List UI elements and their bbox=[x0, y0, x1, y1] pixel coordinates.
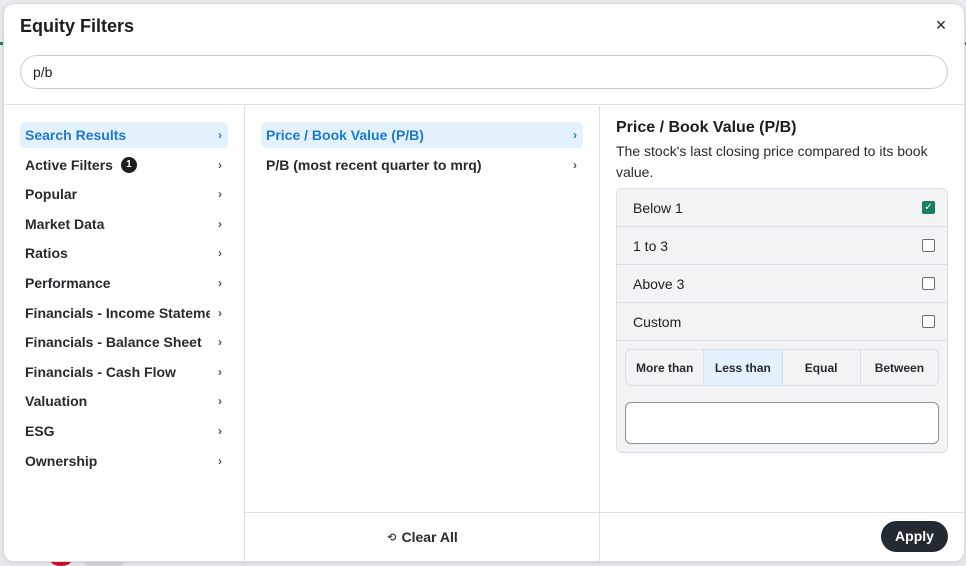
custom-value-input[interactable] bbox=[625, 402, 939, 444]
category-label: Financials - Income Statement bbox=[25, 304, 210, 321]
results-column: Price / Book Value (P/B) › P/B (most recen… bbox=[245, 106, 600, 561]
result-label: Price / Book Value (P/B) bbox=[266, 127, 424, 143]
search-box bbox=[20, 55, 948, 89]
category-column: Search Results › Active Filters 1 › Popular › M… bbox=[4, 106, 245, 561]
category-item-financials-balance-sheet[interactable]: Financials - Balance Sheet › bbox=[20, 329, 228, 355]
filter-option-label: Custom bbox=[633, 313, 682, 330]
options-list: Below 1 ✓ 1 to 3 Above 3 Custom bbox=[617, 189, 947, 341]
category-item-valuation[interactable]: Valuation › bbox=[20, 388, 228, 414]
chevron-right-icon: › bbox=[218, 275, 222, 290]
chevron-right-icon: › bbox=[218, 187, 222, 202]
category-item-performance[interactable]: Performance › bbox=[20, 270, 228, 296]
category-item-market-data[interactable]: Market Data › bbox=[20, 211, 228, 237]
category-label: Performance bbox=[25, 274, 111, 291]
category-label: Search Results bbox=[25, 127, 127, 143]
chevron-right-icon: › bbox=[218, 157, 222, 172]
reset-icon: ⟲ bbox=[387, 531, 397, 544]
chevron-right-icon: › bbox=[218, 128, 222, 142]
clear-all-label: Clear All bbox=[401, 529, 458, 545]
filter-option-label: Below 1 bbox=[633, 199, 683, 216]
chevron-right-icon: › bbox=[218, 246, 222, 261]
chevron-right-icon: › bbox=[218, 423, 222, 438]
category-list: Search Results › Active Filters 1 › Popular › M… bbox=[20, 122, 228, 477]
result-label: P/B (most recent quarter to mrq) bbox=[266, 156, 482, 173]
operator-segmented-control: More than Less than Equal Between bbox=[625, 349, 939, 386]
filter-option-row[interactable]: Above 3 bbox=[617, 265, 947, 303]
detail-description: The stock's last closing price compared … bbox=[616, 143, 928, 180]
category-item-ownership[interactable]: Ownership › bbox=[20, 448, 228, 474]
chevron-right-icon: › bbox=[218, 305, 222, 320]
detail-column: Price / Book Value (P/B) The stock's las… bbox=[600, 106, 964, 561]
category-item-search-results[interactable]: Search Results › bbox=[20, 122, 228, 148]
chevron-right-icon: › bbox=[218, 216, 222, 231]
filter-option-row[interactable]: 1 to 3 bbox=[617, 227, 947, 265]
category-item-esg[interactable]: ESG › bbox=[20, 418, 228, 444]
category-label: Valuation bbox=[25, 393, 88, 410]
clear-all-button[interactable]: ⟲ Clear All bbox=[387, 529, 458, 545]
chevron-right-icon: › bbox=[573, 157, 577, 172]
checkbox[interactable] bbox=[922, 315, 935, 328]
checkbox[interactable] bbox=[922, 239, 935, 252]
detail-title: Price / Book Value (P/B) bbox=[616, 119, 797, 136]
result-item[interactable]: P/B (most recent quarter to mrq) › bbox=[261, 152, 583, 178]
category-label: Popular bbox=[25, 186, 78, 203]
checkbox[interactable]: ✓ bbox=[922, 201, 935, 214]
category-item-financials-cash-flow[interactable]: Financials - Cash Flow › bbox=[20, 359, 228, 385]
operator-between-button[interactable]: Between bbox=[861, 350, 938, 385]
filter-option-row[interactable]: Below 1 ✓ bbox=[617, 189, 947, 227]
category-item-ratios[interactable]: Ratios › bbox=[20, 240, 228, 266]
operator-more-than-button[interactable]: More than bbox=[626, 350, 705, 385]
category-item-financials-income-statement[interactable]: Financials - Income Statement › bbox=[20, 300, 228, 326]
category-label: Financials - Balance Sheet bbox=[25, 334, 202, 351]
category-label: Ownership bbox=[25, 452, 98, 469]
apply-button[interactable]: Apply bbox=[881, 521, 948, 552]
category-label: ESG bbox=[25, 422, 55, 439]
category-label: Market Data bbox=[25, 215, 105, 232]
chevron-right-icon: › bbox=[218, 335, 222, 350]
results-footer: ⟲ Clear All bbox=[245, 512, 600, 561]
operator-less-than-button[interactable]: Less than bbox=[704, 350, 783, 385]
category-label: Active Filters bbox=[25, 156, 113, 173]
checkbox[interactable] bbox=[922, 277, 935, 290]
close-icon[interactable]: × bbox=[930, 14, 952, 36]
dialog-title: Equity Filters bbox=[20, 16, 135, 36]
search-input[interactable] bbox=[21, 56, 947, 88]
category-item-popular[interactable]: Popular › bbox=[20, 181, 228, 207]
chevron-right-icon: › bbox=[218, 453, 222, 468]
category-label: Financials - Cash Flow bbox=[25, 363, 176, 380]
chevron-right-icon: › bbox=[218, 394, 222, 409]
category-label: Ratios bbox=[25, 245, 68, 262]
dialog-header: Equity Filters × bbox=[4, 4, 964, 105]
chevron-right-icon: › bbox=[218, 364, 222, 379]
filter-option-label: 1 to 3 bbox=[633, 237, 669, 254]
equity-filters-dialog: Equity Filters × Search Results›Active F… bbox=[4, 4, 964, 561]
chevron-right-icon: › bbox=[573, 128, 577, 142]
results-list: Price / Book Value (P/B) › P/B (most recen… bbox=[261, 122, 583, 181]
detail-footer: Apply bbox=[600, 512, 964, 561]
filter-options-panel: Below 1 ✓ 1 to 3 Above 3 Custom More than Les… bbox=[616, 188, 948, 453]
filter-option-row[interactable]: Custom bbox=[617, 303, 947, 341]
filter-option-label: Above 3 bbox=[633, 275, 685, 292]
operator-equal-button[interactable]: Equal bbox=[783, 350, 861, 385]
active-filter-count-badge: 1 bbox=[120, 156, 137, 173]
result-item[interactable]: Price / Book Value (P/B) › bbox=[261, 122, 583, 148]
category-item-active-filters[interactable]: Active Filters 1 › bbox=[20, 152, 228, 178]
